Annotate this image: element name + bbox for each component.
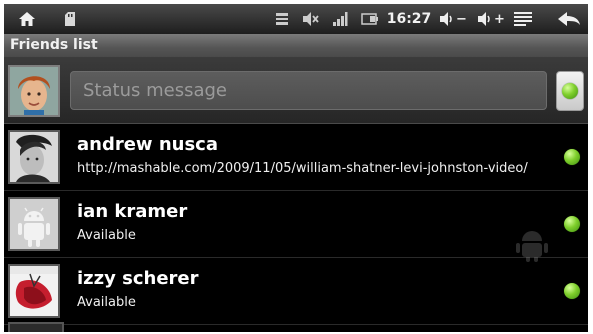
friend-status-text: Available [77, 295, 136, 310]
menu-icon[interactable] [511, 4, 535, 34]
friend-status-text: Available [77, 228, 136, 243]
friend-status-text: http://mashable.com/2009/11/05/william-s… [77, 161, 528, 176]
friend-name: ian kramer [77, 201, 188, 222]
friends-list: andrew nusca http://mashable.com/2009/11… [4, 124, 588, 325]
friend-avatar [8, 130, 60, 184]
friend-name: andrew nusca [77, 134, 218, 155]
volume-up-icon[interactable]: + [475, 4, 507, 34]
friend-avatar [8, 197, 60, 251]
sd-card-icon [60, 4, 80, 34]
title-bar: Friends list [4, 34, 588, 57]
status-bar: 16:27 − + [4, 4, 588, 34]
android-icon [10, 199, 58, 249]
my-avatar[interactable] [8, 65, 60, 117]
list-item[interactable]: ian kramer Available [4, 191, 588, 258]
online-status-icon [564, 283, 580, 299]
friend-name: izzy scherer [77, 268, 199, 289]
home-icon[interactable] [12, 4, 42, 34]
list-item[interactable]: andrew nusca http://mashable.com/2009/11… [4, 124, 588, 191]
status-message-input[interactable] [70, 71, 547, 110]
volume-up-label: + [494, 11, 505, 27]
usb-icon [271, 4, 293, 34]
screen: 16:27 − + Friends list Status message an… [4, 4, 588, 332]
status-composer [4, 57, 588, 124]
friend-avatar [8, 264, 60, 318]
clock: 16:27 [386, 11, 432, 27]
list-item[interactable]: izzy scherer Available [4, 258, 588, 325]
volume-down-icon[interactable]: − [437, 4, 469, 34]
next-friend-avatar [8, 322, 64, 332]
battery-icon [359, 4, 381, 34]
android-watermark-icon [512, 227, 552, 267]
back-icon[interactable] [554, 4, 584, 34]
signal-icon [329, 4, 351, 34]
online-status-icon [562, 83, 578, 99]
volume-down-label: − [456, 11, 467, 27]
presence-button[interactable] [556, 71, 584, 111]
online-status-icon [564, 149, 580, 165]
online-status-icon [564, 216, 580, 232]
page-title: Friends list [10, 37, 98, 53]
mute-icon [299, 4, 321, 34]
